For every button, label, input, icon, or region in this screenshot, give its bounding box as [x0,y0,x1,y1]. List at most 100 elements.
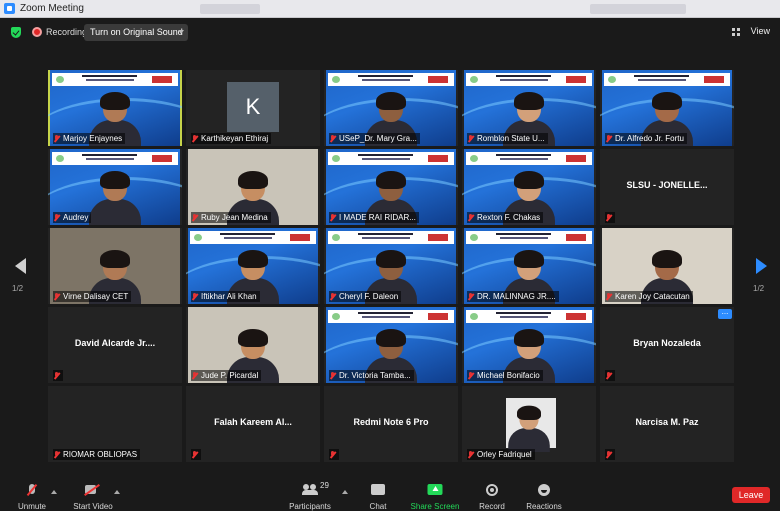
more-options-button[interactable]: ... [718,308,732,319]
original-sound-button[interactable]: Turn on Original Sound [84,24,188,41]
muted-mic-icon [54,451,60,458]
participant-name: Romblon State U... [477,134,545,143]
participant-tile[interactable]: Cheryl F. Daleon [324,228,458,304]
participant-tile[interactable]: Karen Joy Catacutan [600,228,734,304]
leave-button[interactable]: Leave [732,487,770,503]
muted-microphone-icon [27,484,37,498]
muted-mic-icon [468,135,474,142]
share-screen-button[interactable]: Share Screen [410,474,460,511]
start-video-label: Start Video [73,502,113,511]
participant-tile[interactable]: I MADE RAI RIDAR... [324,149,458,225]
participant-name: Karthikeyan Ethiraj [201,134,269,143]
participant-name-label: Ruby Jean Medina [191,212,271,223]
muted-mic-icon [468,293,474,300]
muted-mic-icon [606,451,612,458]
recording-label: Recording [46,27,88,37]
participant-name-label: Rexton F. Chakas [467,212,544,223]
participant-name-label [605,370,615,381]
meeting-toolbar: Unmute Start Video Participants 29 Chat … [0,474,780,511]
participant-name-label: DR. MALINNAG JR.... [467,291,559,302]
recording-icon [32,27,42,37]
muted-mic-icon [606,293,612,300]
participant-name: Audrey [63,213,89,222]
participant-name-label: USeP_Dr. Mary Gra... [329,133,420,144]
chevron-down-icon[interactable] [178,30,184,34]
participant-name-label: Dr. Alfredo Jr. Fortu [605,133,687,144]
participants-button[interactable]: Participants [286,474,334,511]
muted-mic-icon [606,372,612,379]
participant-name-label: Audrey [53,212,92,223]
participant-name: Virne Dalisay CET [63,292,129,301]
chat-button[interactable]: Chat [362,474,394,511]
avatar-initial: K [245,94,261,119]
participant-name-label [53,370,63,381]
participant-tile[interactable]: Marjoy Enjaynes [48,70,182,146]
participant-name-label: Iftikhar Ali Khan [191,291,260,302]
next-page-arrow-icon[interactable] [756,258,767,274]
participant-name: Orley Fadriquel [477,450,532,459]
participant-tile[interactable]: Romblon State U... [462,70,596,146]
participant-tile[interactable]: Falah Kareem Al... [186,386,320,462]
muted-mic-icon [54,293,60,300]
participant-name-label: Romblon State U... [467,133,548,144]
muted-mic-icon [468,372,474,379]
participants-icon [302,484,318,495]
participant-name: DR. MALINNAG JR.... [477,292,556,301]
participant-video [86,171,144,225]
share-screen-icon [427,484,443,495]
participant-name: Dr. Alfredo Jr. Fortu [615,134,684,143]
record-icon [486,484,498,496]
muted-mic-icon [54,135,60,142]
reactions-label: Reactions [526,502,562,511]
participant-name-label: Orley Fadriquel [467,449,535,460]
muted-mic-icon [606,214,612,221]
muted-mic-icon [330,372,336,379]
muted-mic-icon [54,372,60,379]
participant-display-name: Narcisa M. Paz [635,417,699,427]
previous-page-arrow-icon[interactable] [15,258,26,274]
participant-tile[interactable]: RIOMAR OBLIOPAS [48,386,182,462]
participant-tile[interactable]: Redmi Note 6 Pro [324,386,458,462]
participant-tile[interactable]: Michael Bonifacio [462,307,596,383]
audio-options-caret-icon[interactable] [51,490,57,494]
muted-mic-icon [192,135,198,142]
participant-tile[interactable]: USeP_Dr. Mary Gra... [324,70,458,146]
record-button[interactable]: Record [476,474,508,511]
participant-tile[interactable]: Dr. Alfredo Jr. Fortu [600,70,734,146]
unmute-button[interactable]: Unmute [12,474,52,511]
participant-tile[interactable]: Orley Fadriquel [462,386,596,462]
participant-tile[interactable]: Narcisa M. Paz [600,386,734,462]
reactions-button[interactable]: Reactions [524,474,564,511]
participant-name-label: Jude P. Picardal [191,370,262,381]
participant-tile[interactable]: Ruby Jean Medina [186,149,320,225]
participant-tile[interactable]: Audrey [48,149,182,225]
participant-tile[interactable]: Rexton F. Chakas [462,149,596,225]
video-options-caret-icon[interactable] [114,490,120,494]
participant-tile[interactable]: Virne Dalisay CET [48,228,182,304]
participant-tile[interactable]: Bryan Nozaleda... [600,307,734,383]
blurred-taskbar-item [590,4,686,14]
participant-tile[interactable]: K Karthikeyan Ethiraj [186,70,320,146]
participant-name-label: Michael Bonifacio [467,370,543,381]
participant-name-label [605,212,615,223]
participant-tile[interactable]: Dr. Victoria Tamba... [324,307,458,383]
participant-name-label: Marjoy Enjaynes [53,133,126,144]
unmute-label: Unmute [17,502,46,511]
title-bar: Zoom Meeting [0,0,780,18]
start-video-button[interactable]: Start Video [70,474,116,511]
participant-name: Marjoy Enjaynes [63,134,123,143]
participants-options-caret-icon[interactable] [342,490,348,494]
participant-tile[interactable]: SLSU - JONELLE... [600,149,734,225]
participant-tile[interactable]: David Alcarde Jr.... [48,307,182,383]
blurred-taskbar-item [200,4,260,14]
participant-display-name: Bryan Nozaleda [633,338,701,348]
security-shield-icon[interactable] [11,27,21,38]
view-button[interactable]: View [751,26,770,36]
participant-tile[interactable]: Iftikhar Ali Khan [186,228,320,304]
muted-mic-icon [192,293,198,300]
muted-mic-icon [468,214,474,221]
participant-tile[interactable]: DR. MALINNAG JR.... [462,228,596,304]
grid-view-icon[interactable] [732,28,740,36]
muted-mic-icon [330,293,336,300]
participant-tile[interactable]: Jude P. Picardal [186,307,320,383]
